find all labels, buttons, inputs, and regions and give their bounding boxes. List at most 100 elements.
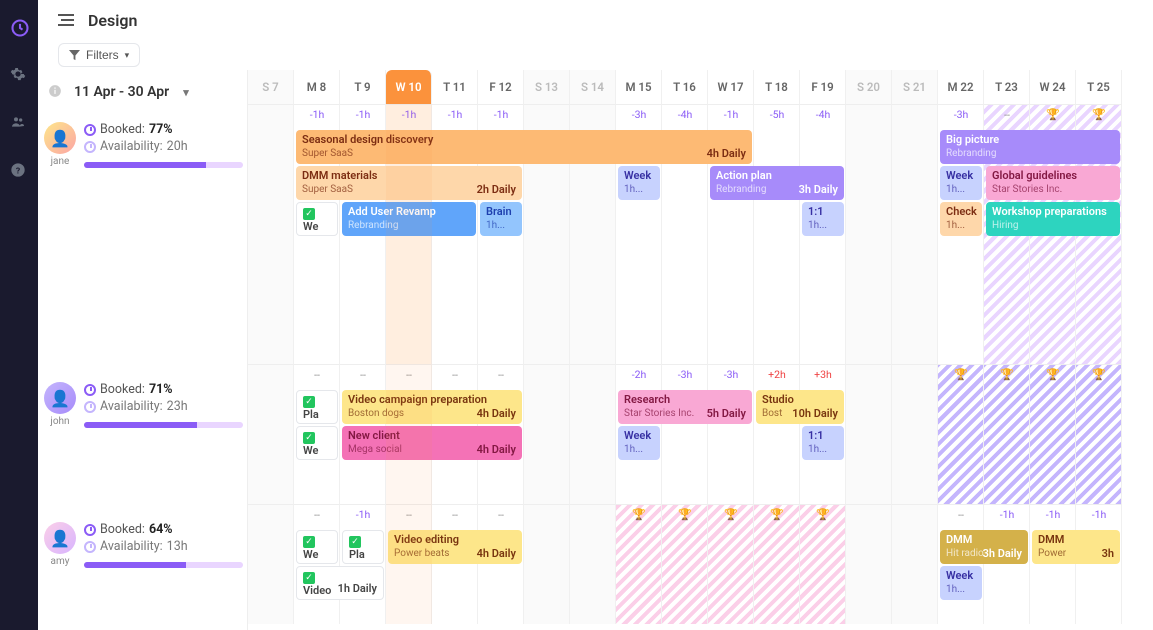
hours-badge — [846, 504, 892, 526]
hours-badge — [248, 104, 294, 126]
timeline-event[interactable]: StudioBost10h Daily — [756, 390, 844, 424]
settings-icon[interactable] — [10, 66, 28, 84]
timeline-event[interactable]: ResearchStar Stories Inc.5h Daily — [618, 390, 752, 424]
avatar[interactable]: 👤 — [44, 522, 76, 554]
timeline-event[interactable]: Week1h... — [940, 166, 982, 200]
event-subtitle: 1h... — [624, 183, 654, 196]
hours-badge — [524, 504, 570, 526]
booked-label: Booked: — [100, 382, 145, 397]
day-header-cell[interactable]: T 18 — [754, 70, 800, 104]
timeline-event[interactable]: Add User RevampRebranding — [342, 202, 476, 236]
timeline-event[interactable]: Video editingPower beats4h Daily — [388, 530, 522, 564]
day-header-cell[interactable]: S 2137 — [892, 70, 938, 104]
menu-icon[interactable] — [58, 14, 74, 26]
event-subtitle: 2h... — [349, 563, 377, 564]
day-header-cell[interactable]: F 12 — [478, 70, 524, 104]
hours-badge: 🏆 — [938, 364, 984, 386]
timeline-event[interactable]: 1:11h... — [802, 426, 844, 460]
timeline-event[interactable]: Brain1h... — [480, 202, 522, 236]
event-title: Studio — [762, 393, 838, 407]
booked-progress — [84, 422, 243, 428]
day-header-cell[interactable]: W 10 — [386, 70, 432, 104]
timeline-event[interactable]: New clientMega social4h Daily — [342, 426, 522, 460]
hours-badge: -1h — [708, 104, 754, 126]
day-header-cell[interactable]: S 13 — [524, 70, 570, 104]
day-header-cell[interactable]: S 735 — [248, 70, 294, 104]
filters-button[interactable]: Filters ▾ — [58, 43, 140, 67]
date-range-text: 11 Apr - 30 Apr — [74, 84, 169, 100]
svg-text:?: ? — [16, 166, 20, 176]
timeline-event[interactable]: ✓We1h... — [296, 530, 338, 564]
timeline-event[interactable]: Check1h... — [940, 202, 982, 236]
timeline-event[interactable]: 1:11h... — [802, 202, 844, 236]
timeline-event[interactable]: DMMHit radio3h Daily — [940, 530, 1028, 564]
day-header-cell[interactable]: T 25 — [1076, 70, 1122, 104]
timeline-event[interactable]: Global guidelinesStar Stories Inc. — [986, 166, 1120, 200]
people-icon[interactable] — [10, 114, 28, 132]
timeline-event[interactable]: ✓Pla7h... — [296, 390, 338, 424]
day-header-cell[interactable]: T 23 — [984, 70, 1030, 104]
day-header-cell[interactable]: W 24 — [1030, 70, 1076, 104]
clock-icon — [84, 384, 96, 396]
event-subtitle: 1h... — [946, 583, 976, 596]
help-icon[interactable]: ? — [10, 162, 28, 180]
event-duration: 1h Daily — [338, 582, 377, 596]
trophy-icon: 🏆 — [954, 368, 968, 381]
hours-badge: -5h — [754, 104, 800, 126]
trophy-icon: 🏆 — [1092, 368, 1106, 381]
timeline-event[interactable]: DMM materialsSuper SaaS2h Daily — [296, 166, 522, 200]
trophy-icon: 🏆 — [724, 508, 738, 521]
day-header-cell[interactable]: T 11 — [432, 70, 478, 104]
day-header-cell[interactable]: T 16 — [662, 70, 708, 104]
event-subtitle: 1h... — [486, 219, 516, 232]
timeline-event[interactable]: Seasonal design discoverySuper SaaS4h Da… — [296, 130, 752, 164]
booked-progress — [84, 162, 243, 168]
timeline-header: S 735M 8T 9W 10T 11F 12S 13S 1436M 15T 1… — [248, 70, 1153, 104]
day-header-cell[interactable]: M 22 — [938, 70, 984, 104]
timeline-event[interactable]: Week1h... — [940, 566, 982, 600]
event-duration: 3h — [1102, 547, 1114, 561]
day-header-cell[interactable]: F 19 — [800, 70, 846, 104]
day-header-cell[interactable]: S 1436 — [570, 70, 616, 104]
timeline-event[interactable]: Big pictureRebranding — [940, 130, 1120, 164]
timeline-event[interactable]: Week1h... — [618, 426, 660, 460]
hours-badge: -1h — [432, 104, 478, 126]
day-header-cell[interactable]: M 8 — [294, 70, 340, 104]
timeline-event[interactable]: Workshop preparationsHiring — [986, 202, 1120, 236]
date-range-picker[interactable]: 11 Apr - 30 Apr ▾ — [38, 70, 247, 114]
sidebar: 11 Apr - 30 Apr ▾ 👤janeBooked: 77%Availa… — [38, 70, 248, 630]
hours-badge: +2h — [754, 364, 800, 386]
main: 11 Apr - 30 Apr ▾ 👤janeBooked: 77%Availa… — [38, 70, 1153, 630]
event-subtitle: Rebranding — [946, 147, 1114, 160]
hours-badge — [570, 364, 616, 386]
clock-icon — [84, 524, 96, 536]
timeline-event[interactable]: ✓We1h... — [296, 202, 338, 236]
toolbar: Filters ▾ — [38, 40, 1153, 70]
avatar[interactable]: 👤 — [44, 122, 76, 154]
day-header-cell[interactable]: S 20 — [846, 70, 892, 104]
timeline-event[interactable]: Video campaign preparationBoston dogs4h … — [342, 390, 522, 424]
hours-badge: +3h — [800, 364, 846, 386]
timeline-event[interactable]: Action planRebranding3h Daily — [710, 166, 844, 200]
timeline-event[interactable]: Week1h... — [618, 166, 660, 200]
timeline-event[interactable]: ✓Pla2h... — [342, 530, 384, 564]
hours-badge: -3h — [938, 104, 984, 126]
event-title: Action plan — [716, 169, 838, 183]
avatar[interactable]: 👤 — [44, 382, 76, 414]
timeline-event[interactable]: ✓We1h... — [296, 426, 338, 460]
hours-badge — [846, 364, 892, 386]
event-title: Seasonal design discovery — [302, 133, 746, 147]
logo-icon[interactable] — [10, 18, 28, 36]
hours-badge — [846, 104, 892, 126]
availability-value: 13h — [167, 539, 188, 554]
hours-badge: 🏆 — [1076, 104, 1122, 126]
hours-badge — [892, 504, 938, 526]
hours-badge: 🏆 — [708, 504, 754, 526]
timeline-event[interactable]: ✓VideoHit rad1h Daily — [296, 566, 384, 600]
trophy-icon: 🏆 — [1046, 368, 1060, 381]
timeline-event[interactable]: DMMPower3h — [1032, 530, 1120, 564]
hours-badge: -1h — [294, 104, 340, 126]
day-header-cell[interactable]: M 15 — [616, 70, 662, 104]
day-header-cell[interactable]: T 9 — [340, 70, 386, 104]
day-header-cell[interactable]: W 17 — [708, 70, 754, 104]
